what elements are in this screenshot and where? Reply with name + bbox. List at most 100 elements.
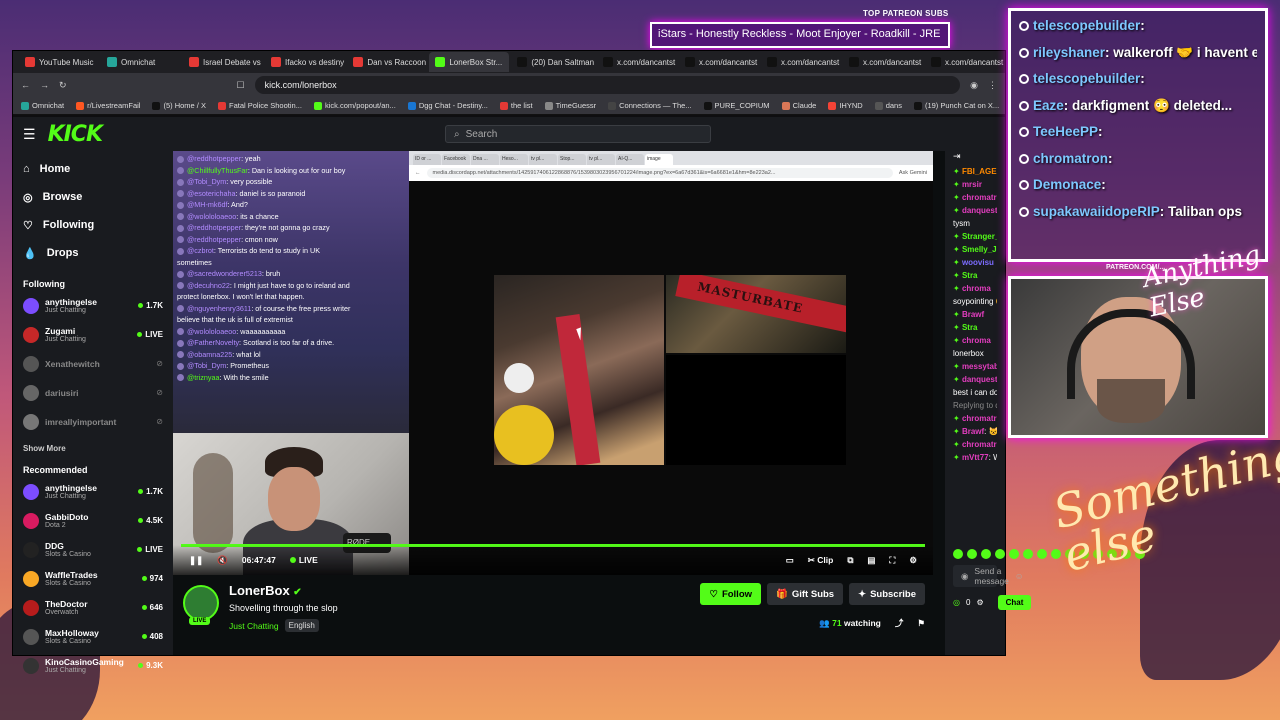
subtitles-icon[interactable]: ▤ bbox=[867, 555, 875, 566]
bookmark-item[interactable]: PURE_COPIUM bbox=[703, 101, 770, 110]
clip-button[interactable]: ✂ Clip bbox=[808, 555, 834, 566]
chat-username[interactable]: mVtt77 bbox=[962, 453, 989, 462]
pause-icon[interactable]: ❚❚ bbox=[189, 555, 203, 566]
chat-username[interactable]: danquest_mega_based bbox=[962, 206, 997, 215]
bookmark-item[interactable]: Claude bbox=[781, 101, 816, 110]
browser-tab[interactable]: x.com/dancantst bbox=[761, 52, 841, 72]
chat-username[interactable]: chromatron bbox=[962, 440, 997, 449]
channel-item[interactable]: MaxHolloway Slots & Casino 408 bbox=[23, 622, 163, 651]
chat-send-button[interactable]: Chat bbox=[997, 595, 1032, 610]
browser-tab[interactable]: Ifacko vs destiny bbox=[265, 52, 345, 72]
browser-tab[interactable]: x.com/dancantst bbox=[925, 52, 1005, 72]
browser-tab[interactable]: LonerBox Str... bbox=[429, 52, 510, 72]
settings-icon[interactable]: ⚙ bbox=[909, 555, 917, 566]
sidebar-nav-home[interactable]: ⌂ Home bbox=[23, 155, 163, 183]
channel-item[interactable]: anythingelse Just Chatting 1.7K bbox=[23, 291, 163, 320]
bookmark-item[interactable]: Dgg Chat - Destiny... bbox=[407, 101, 488, 110]
bookmark-item[interactable]: r/LivestreamFail bbox=[76, 101, 140, 110]
channel-item[interactable]: Zugami Just Chatting LIVE bbox=[23, 320, 163, 349]
channel-item[interactable]: dariusiri ⊘ bbox=[23, 378, 163, 407]
chat-username[interactable]: chroma bbox=[962, 336, 991, 345]
chat-username[interactable]: Brawf bbox=[962, 427, 984, 436]
channel-item[interactable]: DDG Slots & Casino LIVE bbox=[23, 535, 163, 564]
reload-icon[interactable]: ↻ bbox=[59, 80, 67, 91]
browser-tab[interactable]: x.com/dancantst bbox=[597, 52, 677, 72]
collapse-chat-icon[interactable]: ⇥ bbox=[953, 151, 997, 165]
emote-icon[interactable] bbox=[967, 549, 977, 559]
browser-tab[interactable]: (20) Dan Saltman bbox=[511, 52, 595, 72]
theater-icon[interactable]: ▭ bbox=[786, 555, 794, 566]
chat-input[interactable]: ◉ Send a message ☺ bbox=[953, 565, 1024, 587]
pip-icon[interactable]: ⧉ bbox=[847, 555, 853, 566]
bookmark-icon[interactable]: ☐ bbox=[237, 80, 245, 91]
channel-item[interactable]: anythingelse Just Chatting 1.7K bbox=[23, 477, 163, 506]
channel-item[interactable]: KinoCasinoGaming Just Chatting 9.3K bbox=[23, 651, 163, 680]
report-icon[interactable]: ⚑ bbox=[917, 618, 925, 629]
browser-tab[interactable]: Israel Debate vs bbox=[183, 52, 263, 72]
emote-icon[interactable] bbox=[1023, 549, 1033, 559]
emote-icon[interactable] bbox=[1009, 549, 1019, 559]
chat-username[interactable]: chroma bbox=[962, 284, 991, 293]
bookmark-item[interactable]: (19) Punch Cat on X... bbox=[913, 101, 999, 110]
browser-tab[interactable]: YouTube Music bbox=[19, 52, 99, 72]
back-icon[interactable]: ← bbox=[21, 80, 30, 90]
emote-icon[interactable] bbox=[1037, 549, 1047, 559]
bookmark-item[interactable]: the list bbox=[499, 101, 533, 110]
browser-tab[interactable]: x.com/dancantst bbox=[843, 52, 923, 72]
menu-icon[interactable]: ⋮ bbox=[988, 80, 997, 91]
emote-icon[interactable] bbox=[995, 549, 1005, 559]
bookmark-item[interactable]: TimeGuessr bbox=[544, 101, 596, 110]
chat-username[interactable]: Stra bbox=[962, 323, 978, 332]
gift-subs-button[interactable]: 🎁 Gift Subs bbox=[767, 583, 844, 605]
bookmark-item[interactable]: IHYND bbox=[828, 101, 863, 110]
emote-icon[interactable] bbox=[1051, 549, 1061, 559]
share-icon[interactable]: ⤴ bbox=[895, 617, 904, 629]
channel-item[interactable]: GabbiDoto Dota 2 4.5K bbox=[23, 506, 163, 535]
fullscreen-icon[interactable]: ⛶ bbox=[889, 555, 895, 566]
chat-username[interactable]: Brawf bbox=[962, 310, 984, 319]
chat-username[interactable]: Stra bbox=[962, 271, 978, 280]
follow-button[interactable]: ♡ Follow bbox=[700, 583, 762, 605]
bookmark-item[interactable]: kick.com/popout/an... bbox=[313, 101, 396, 110]
volume-muted-icon[interactable]: 🔇 bbox=[217, 555, 228, 566]
show-more-link[interactable]: Show More bbox=[23, 444, 163, 453]
channel-item[interactable]: TheDoctor Overwatch 646 bbox=[23, 593, 163, 622]
bookmark-item[interactable]: (5) Home / X bbox=[152, 101, 206, 110]
chat-username[interactable]: chromatron bbox=[962, 414, 997, 423]
chat-username[interactable]: danquest_mega_based bbox=[962, 375, 997, 384]
sidebar-nav-drops[interactable]: 💧 Drops bbox=[23, 239, 163, 267]
chat-username[interactable]: mrsir bbox=[962, 180, 982, 189]
channel-item[interactable]: imreallyimportant ⊘ bbox=[23, 407, 163, 436]
forward-icon[interactable]: → bbox=[40, 80, 49, 90]
video-player[interactable]: @reddhotpepper: yeah @ChillfullyThusFar: … bbox=[173, 151, 933, 575]
channel-item[interactable]: WaffleTrades Slots & Casino 974 bbox=[23, 564, 163, 593]
browser-tab[interactable]: x.com/dancantst bbox=[679, 52, 759, 72]
browser-tab[interactable]: Dan vs Raccoon bbox=[347, 52, 427, 72]
chat-username[interactable]: chromatron bbox=[962, 193, 997, 202]
menu-icon[interactable]: ☰ bbox=[23, 126, 36, 143]
emote-icon[interactable] bbox=[981, 549, 991, 559]
category-link[interactable]: Just Chatting bbox=[229, 621, 279, 631]
chat-username[interactable]: messytable bbox=[962, 362, 997, 371]
extension-icon[interactable]: ◉ bbox=[970, 80, 978, 91]
chat-username[interactable]: Stranger_MD bbox=[962, 232, 997, 241]
emoji-icon[interactable]: ☺ bbox=[1015, 571, 1024, 581]
bookmark-item[interactable]: Fatal Police Shootin... bbox=[217, 101, 302, 110]
bookmark-item[interactable]: Omnichat bbox=[21, 101, 64, 110]
chat-username[interactable]: FBI_AGENT bbox=[962, 167, 997, 176]
bookmark-item[interactable]: Connections — The... bbox=[608, 101, 692, 110]
chat-settings-icon[interactable]: ⚙ bbox=[976, 598, 983, 607]
streamer-name[interactable]: LonerBox ✔ bbox=[229, 583, 302, 598]
chat-username[interactable]: Smelly_Jean bbox=[962, 245, 997, 254]
emote-icon[interactable] bbox=[953, 549, 963, 559]
channel-item[interactable]: Xenathewitch ⊘ bbox=[23, 349, 163, 378]
url-field[interactable]: kick.com/lonerbox bbox=[254, 76, 961, 94]
sidebar-nav-following[interactable]: ♡ Following bbox=[23, 211, 163, 239]
chat-username[interactable]: woovisu bbox=[962, 258, 994, 267]
bookmark-item[interactable]: dans bbox=[874, 101, 902, 110]
browser-tab[interactable]: Omnichat bbox=[101, 52, 181, 72]
language-tag[interactable]: English bbox=[284, 619, 319, 632]
kick-logo[interactable]: KICK bbox=[48, 122, 103, 147]
search-input[interactable]: ⌕ Search bbox=[445, 125, 711, 143]
streamer-avatar[interactable] bbox=[183, 585, 219, 621]
